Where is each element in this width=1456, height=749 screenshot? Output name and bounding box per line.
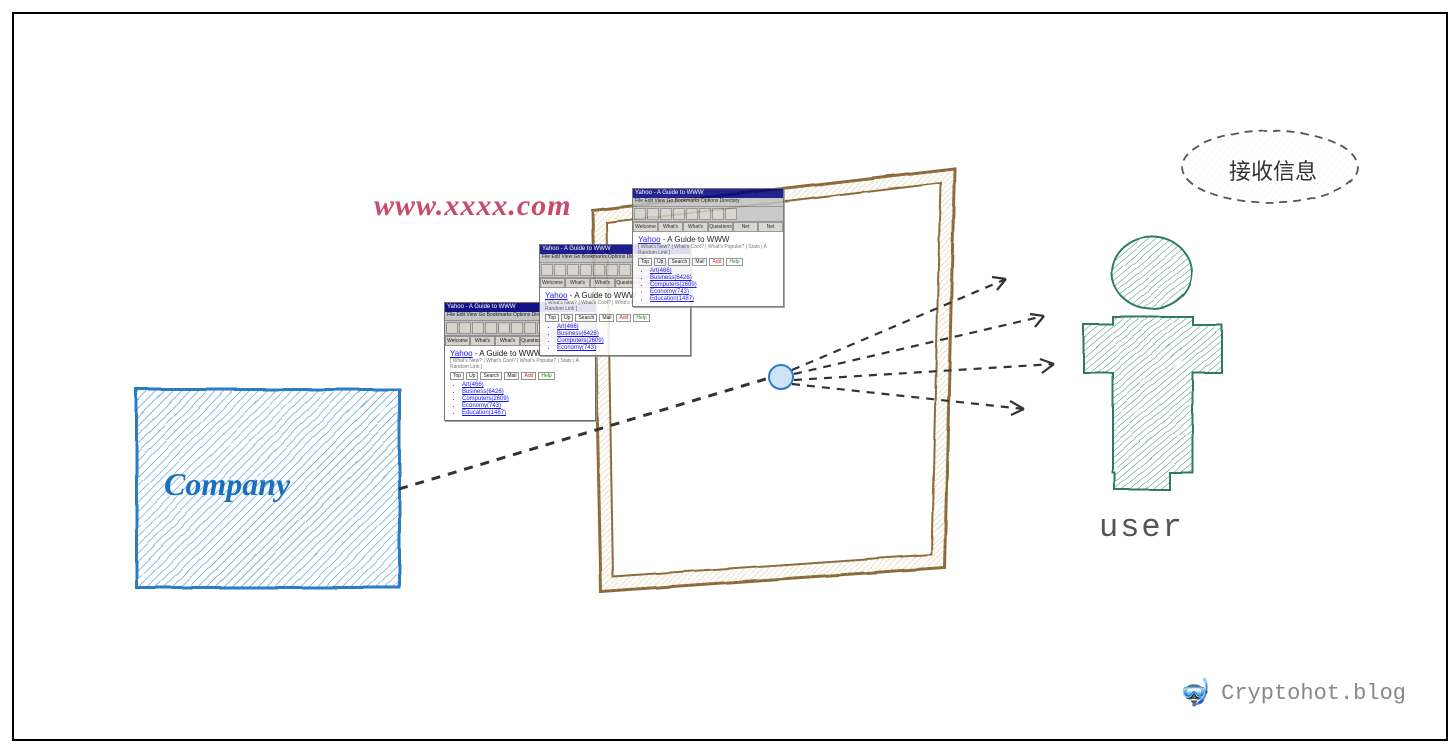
company-label: Company — [164, 466, 290, 503]
watermark: 🤿 Cryptohot.blog — [1179, 678, 1406, 709]
window-body: Yahoo - A Guide to WWW [ What's New? | W… — [445, 346, 595, 420]
watermark-icon: 🤿 — [1179, 678, 1211, 709]
user-label: user — [1099, 509, 1184, 546]
bubble-text: 接收信息 — [1229, 154, 1317, 186]
watermark-text: Cryptohot.blog — [1221, 681, 1406, 706]
browser-window: Yahoo - A Guide to WWW File Edit View Go… — [632, 188, 784, 307]
url-label: www.xxxx.com — [374, 189, 572, 223]
sketch-layer — [14, 14, 1446, 739]
lens-icon — [768, 364, 792, 388]
user-figure — [1083, 236, 1221, 489]
diagram-canvas: Yahoo - A Guide to WWW File Edit View Go… — [12, 12, 1448, 741]
